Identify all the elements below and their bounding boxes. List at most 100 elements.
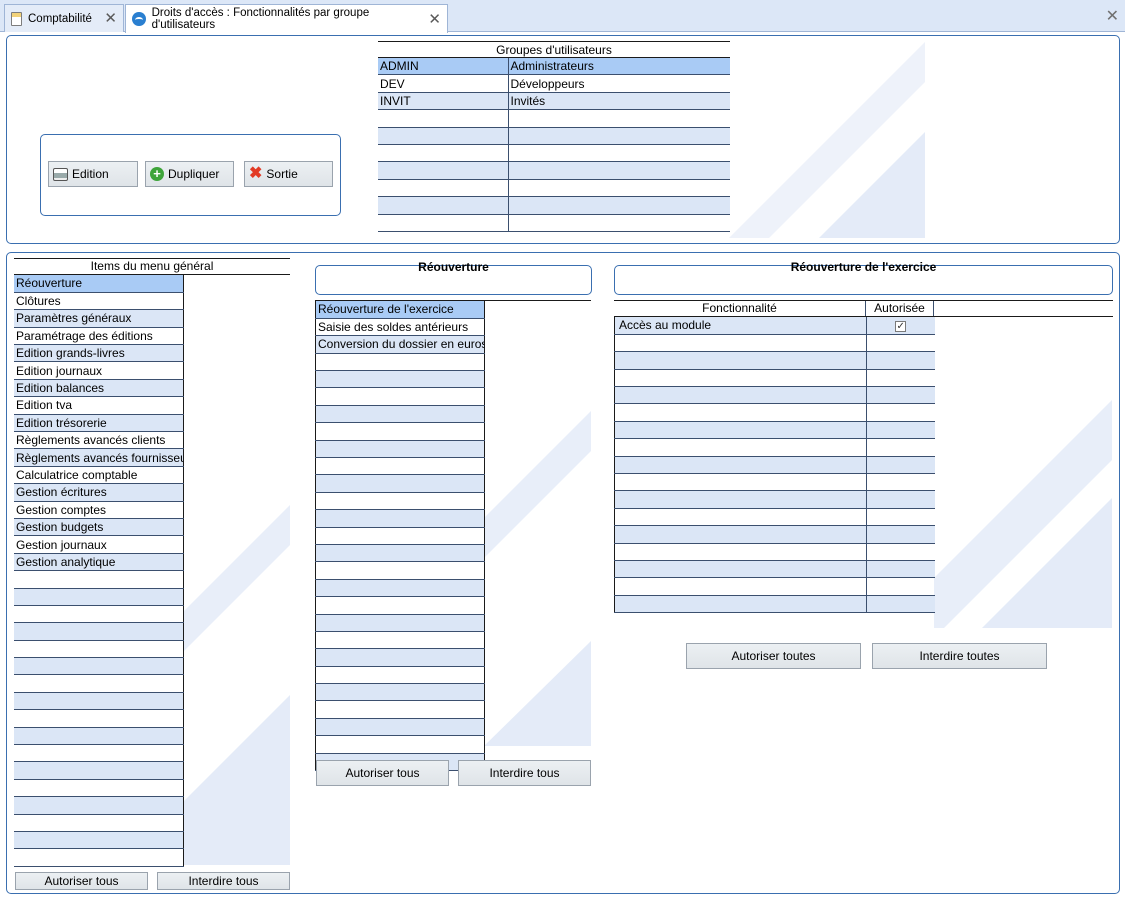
list-item[interactable] xyxy=(14,779,183,798)
table-row[interactable]: DEV Développeurs xyxy=(378,74,730,93)
table-row[interactable]: INVIT Invités xyxy=(378,92,730,111)
table-row[interactable] xyxy=(614,577,935,596)
list-item[interactable]: Gestion écritures xyxy=(14,483,183,502)
list-item[interactable] xyxy=(14,727,183,746)
list-item[interactable] xyxy=(14,796,183,815)
table-row[interactable] xyxy=(614,438,935,457)
table-row[interactable] xyxy=(614,456,935,475)
list-item[interactable] xyxy=(14,640,183,659)
table-row[interactable] xyxy=(378,196,730,215)
list-item[interactable] xyxy=(14,674,183,693)
list-item[interactable]: Edition trésorerie xyxy=(14,414,183,433)
list-item[interactable] xyxy=(315,631,485,650)
list-item[interactable] xyxy=(14,588,183,606)
table-row[interactable] xyxy=(614,560,935,579)
list-item[interactable] xyxy=(315,440,485,459)
features-authorize-all-button[interactable]: Autoriser toutes xyxy=(686,643,861,669)
table-row[interactable] xyxy=(614,525,935,544)
list-item[interactable]: Règlements avancés fournisseurs xyxy=(14,448,183,467)
list-item[interactable] xyxy=(14,570,183,589)
list-item[interactable]: Gestion analytique xyxy=(14,553,183,572)
list-item[interactable] xyxy=(315,614,485,632)
table-row[interactable] xyxy=(614,595,935,614)
list-item[interactable] xyxy=(315,579,485,598)
list-item[interactable]: Paramètres généraux xyxy=(14,309,183,328)
list-item[interactable]: Edition balances xyxy=(14,379,183,398)
close-icon[interactable]: ✕ xyxy=(104,11,117,26)
table-row[interactable]: Accès au module ✓ xyxy=(614,317,935,335)
table-row[interactable] xyxy=(614,351,935,370)
list-item[interactable]: Clôtures xyxy=(14,292,183,311)
dupliquer-button[interactable]: + Dupliquer xyxy=(145,161,234,187)
tab-comptabilite[interactable]: Comptabilité ✕ xyxy=(4,4,124,32)
list-item[interactable] xyxy=(315,561,485,580)
list-item[interactable] xyxy=(14,814,183,833)
list-item[interactable]: Edition grands-livres xyxy=(14,344,183,363)
tab-droits-acces[interactable]: Droits d'accès : Fonctionnalités par gro… xyxy=(125,4,448,33)
list-item[interactable]: Règlements avancés clients xyxy=(14,431,183,450)
list-item[interactable] xyxy=(315,700,485,719)
list-item[interactable]: Réouverture de l'exercice xyxy=(315,301,485,319)
table-row[interactable] xyxy=(614,473,935,492)
table-row[interactable] xyxy=(378,127,730,145)
list-item[interactable] xyxy=(14,744,183,763)
list-item[interactable] xyxy=(315,422,485,441)
list-item[interactable]: Réouverture xyxy=(14,275,183,293)
features-forbid-all-button[interactable]: Interdire toutes xyxy=(872,643,1047,669)
table-row[interactable] xyxy=(378,179,730,198)
table-row[interactable] xyxy=(614,386,935,405)
list-item[interactable]: Edition journaux xyxy=(14,361,183,380)
list-item[interactable]: Gestion comptes xyxy=(14,501,183,519)
list-item[interactable]: Calculatrice comptable xyxy=(14,466,183,485)
submenu-authorize-all-button[interactable]: Autoriser tous xyxy=(316,760,449,786)
table-row[interactable] xyxy=(614,334,935,353)
list-item[interactable] xyxy=(315,683,485,702)
table-row[interactable] xyxy=(614,490,935,509)
list-item[interactable] xyxy=(315,666,485,685)
table-row[interactable] xyxy=(614,508,935,527)
list-item[interactable] xyxy=(315,718,485,737)
table-row[interactable] xyxy=(614,369,935,388)
sortie-button[interactable]: ✖ Sortie xyxy=(244,161,333,187)
list-item[interactable] xyxy=(14,692,183,711)
table-row[interactable] xyxy=(378,161,730,180)
list-item[interactable] xyxy=(315,353,485,372)
list-item[interactable]: Gestion budgets xyxy=(14,518,183,537)
list-item[interactable] xyxy=(14,761,183,780)
list-item[interactable] xyxy=(14,709,183,728)
table-row[interactable] xyxy=(378,214,730,232)
menu-forbid-all-button[interactable]: Interdire tous xyxy=(157,872,290,890)
list-item[interactable] xyxy=(315,457,485,476)
list-item[interactable] xyxy=(14,622,183,641)
submenu-forbid-all-button[interactable]: Interdire tous xyxy=(458,760,591,786)
table-row[interactable]: ADMIN Administrateurs xyxy=(378,57,730,76)
table-row[interactable] xyxy=(614,403,935,422)
list-item[interactable]: Conversion du dossier en euros xyxy=(315,335,485,354)
table-row[interactable] xyxy=(614,543,935,561)
list-item[interactable] xyxy=(315,370,485,389)
list-item[interactable] xyxy=(315,648,485,667)
authorized-checkbox[interactable]: ✓ xyxy=(895,321,907,333)
list-item[interactable]: Saisie des soldes antérieurs xyxy=(315,318,485,337)
table-row[interactable] xyxy=(378,109,730,128)
table-row[interactable] xyxy=(378,144,730,163)
list-item[interactable]: Edition tva xyxy=(14,396,183,415)
list-item[interactable] xyxy=(315,387,485,406)
edition-button[interactable]: Edition xyxy=(48,161,138,187)
close-window-icon[interactable]: ✕ xyxy=(1106,6,1119,26)
list-item[interactable] xyxy=(315,492,485,511)
list-item[interactable] xyxy=(14,848,183,867)
list-item[interactable] xyxy=(315,596,485,615)
list-item[interactable] xyxy=(315,527,485,545)
table-row[interactable] xyxy=(614,421,935,440)
list-item[interactable]: Paramétrage des éditions xyxy=(14,327,183,346)
list-item[interactable] xyxy=(315,474,485,493)
list-item[interactable] xyxy=(14,657,183,676)
list-item[interactable] xyxy=(315,405,485,424)
list-item[interactable] xyxy=(315,735,485,754)
list-item[interactable] xyxy=(315,509,485,528)
list-item[interactable] xyxy=(14,831,183,850)
list-item[interactable] xyxy=(14,605,183,624)
menu-authorize-all-button[interactable]: Autoriser tous xyxy=(15,872,148,890)
close-icon[interactable]: ✕ xyxy=(428,12,441,27)
